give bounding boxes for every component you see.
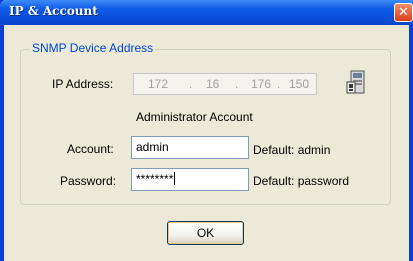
account-default-text: Default: admin: [253, 143, 331, 157]
ip-octet-1: 172: [148, 77, 169, 91]
snmp-group-label: SNMP Device Address: [30, 41, 156, 55]
close-icon: ✕: [398, 5, 409, 20]
ip-dot-2: .: [235, 77, 239, 91]
ip-address-field[interactable]: 172 . 16 . 176 . 150: [133, 73, 317, 95]
dialog-title: IP & Account: [9, 4, 98, 18]
account-input[interactable]: admin: [131, 136, 249, 159]
password-default-text: Default: password: [253, 174, 350, 188]
password-label: Password:: [60, 174, 117, 188]
admin-account-heading: Administrator Account: [136, 110, 253, 124]
title-bar[interactable]: IP & Account ✕: [0, 0, 413, 25]
ok-button[interactable]: OK: [167, 221, 244, 245]
close-button[interactable]: ✕: [394, 3, 413, 22]
ip-octet-2: 16: [206, 77, 220, 91]
password-value: ********: [136, 172, 174, 186]
password-input[interactable]: ********: [131, 168, 249, 191]
account-value: admin: [136, 140, 169, 154]
device-icon[interactable]: [346, 70, 368, 96]
ip-address-label: IP Address:: [52, 77, 114, 91]
ip-dot-3: .: [277, 77, 281, 91]
ip-dot-1: .: [189, 77, 193, 91]
ip-octet-3: 176: [251, 77, 272, 91]
text-caret: [174, 172, 176, 185]
account-label: Account:: [67, 142, 114, 156]
ip-octet-4: 150: [289, 77, 310, 91]
